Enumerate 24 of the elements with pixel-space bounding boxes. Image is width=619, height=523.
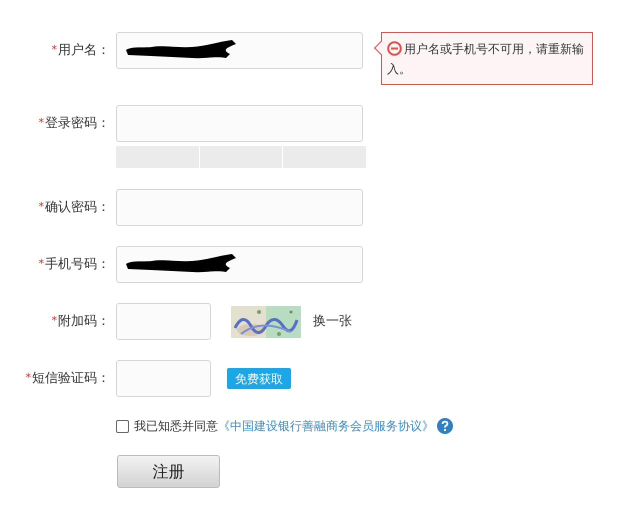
required-asterisk: * <box>38 199 44 216</box>
input-field[interactable] <box>116 360 211 397</box>
error-message: 用户名或手机号不可用，请重新输入。 <box>387 40 585 78</box>
field-label: 短信验证码： <box>32 370 110 388</box>
required-asterisk: * <box>38 256 44 272</box>
help-icon[interactable] <box>437 418 453 434</box>
field-label: 附加码： <box>58 312 110 331</box>
error-icon <box>387 41 402 56</box>
field-label: 确认密码： <box>45 198 110 217</box>
refresh-link[interactable]: 换一张 <box>313 312 352 332</box>
field-label: 用户名： <box>58 42 110 60</box>
agreement-link[interactable]: 《中国建设银行善融商务会员服务协议》 <box>218 417 434 435</box>
input-field[interactable] <box>116 105 363 142</box>
required-asterisk: * <box>38 115 44 132</box>
agreement-text: 我已知悉并同意 <box>134 418 218 435</box>
required-asterisk: * <box>52 42 57 58</box>
field-label: 登录密码： <box>45 114 110 133</box>
field-label: 手机号码： <box>45 256 110 274</box>
agreement-checkbox[interactable] <box>116 420 129 432</box>
input-field[interactable] <box>116 303 211 340</box>
required-asterisk: * <box>26 370 31 386</box>
input-field[interactable] <box>116 189 363 226</box>
required-asterisk: * <box>52 313 57 330</box>
register-button[interactable]: 注册 <box>117 455 220 488</box>
